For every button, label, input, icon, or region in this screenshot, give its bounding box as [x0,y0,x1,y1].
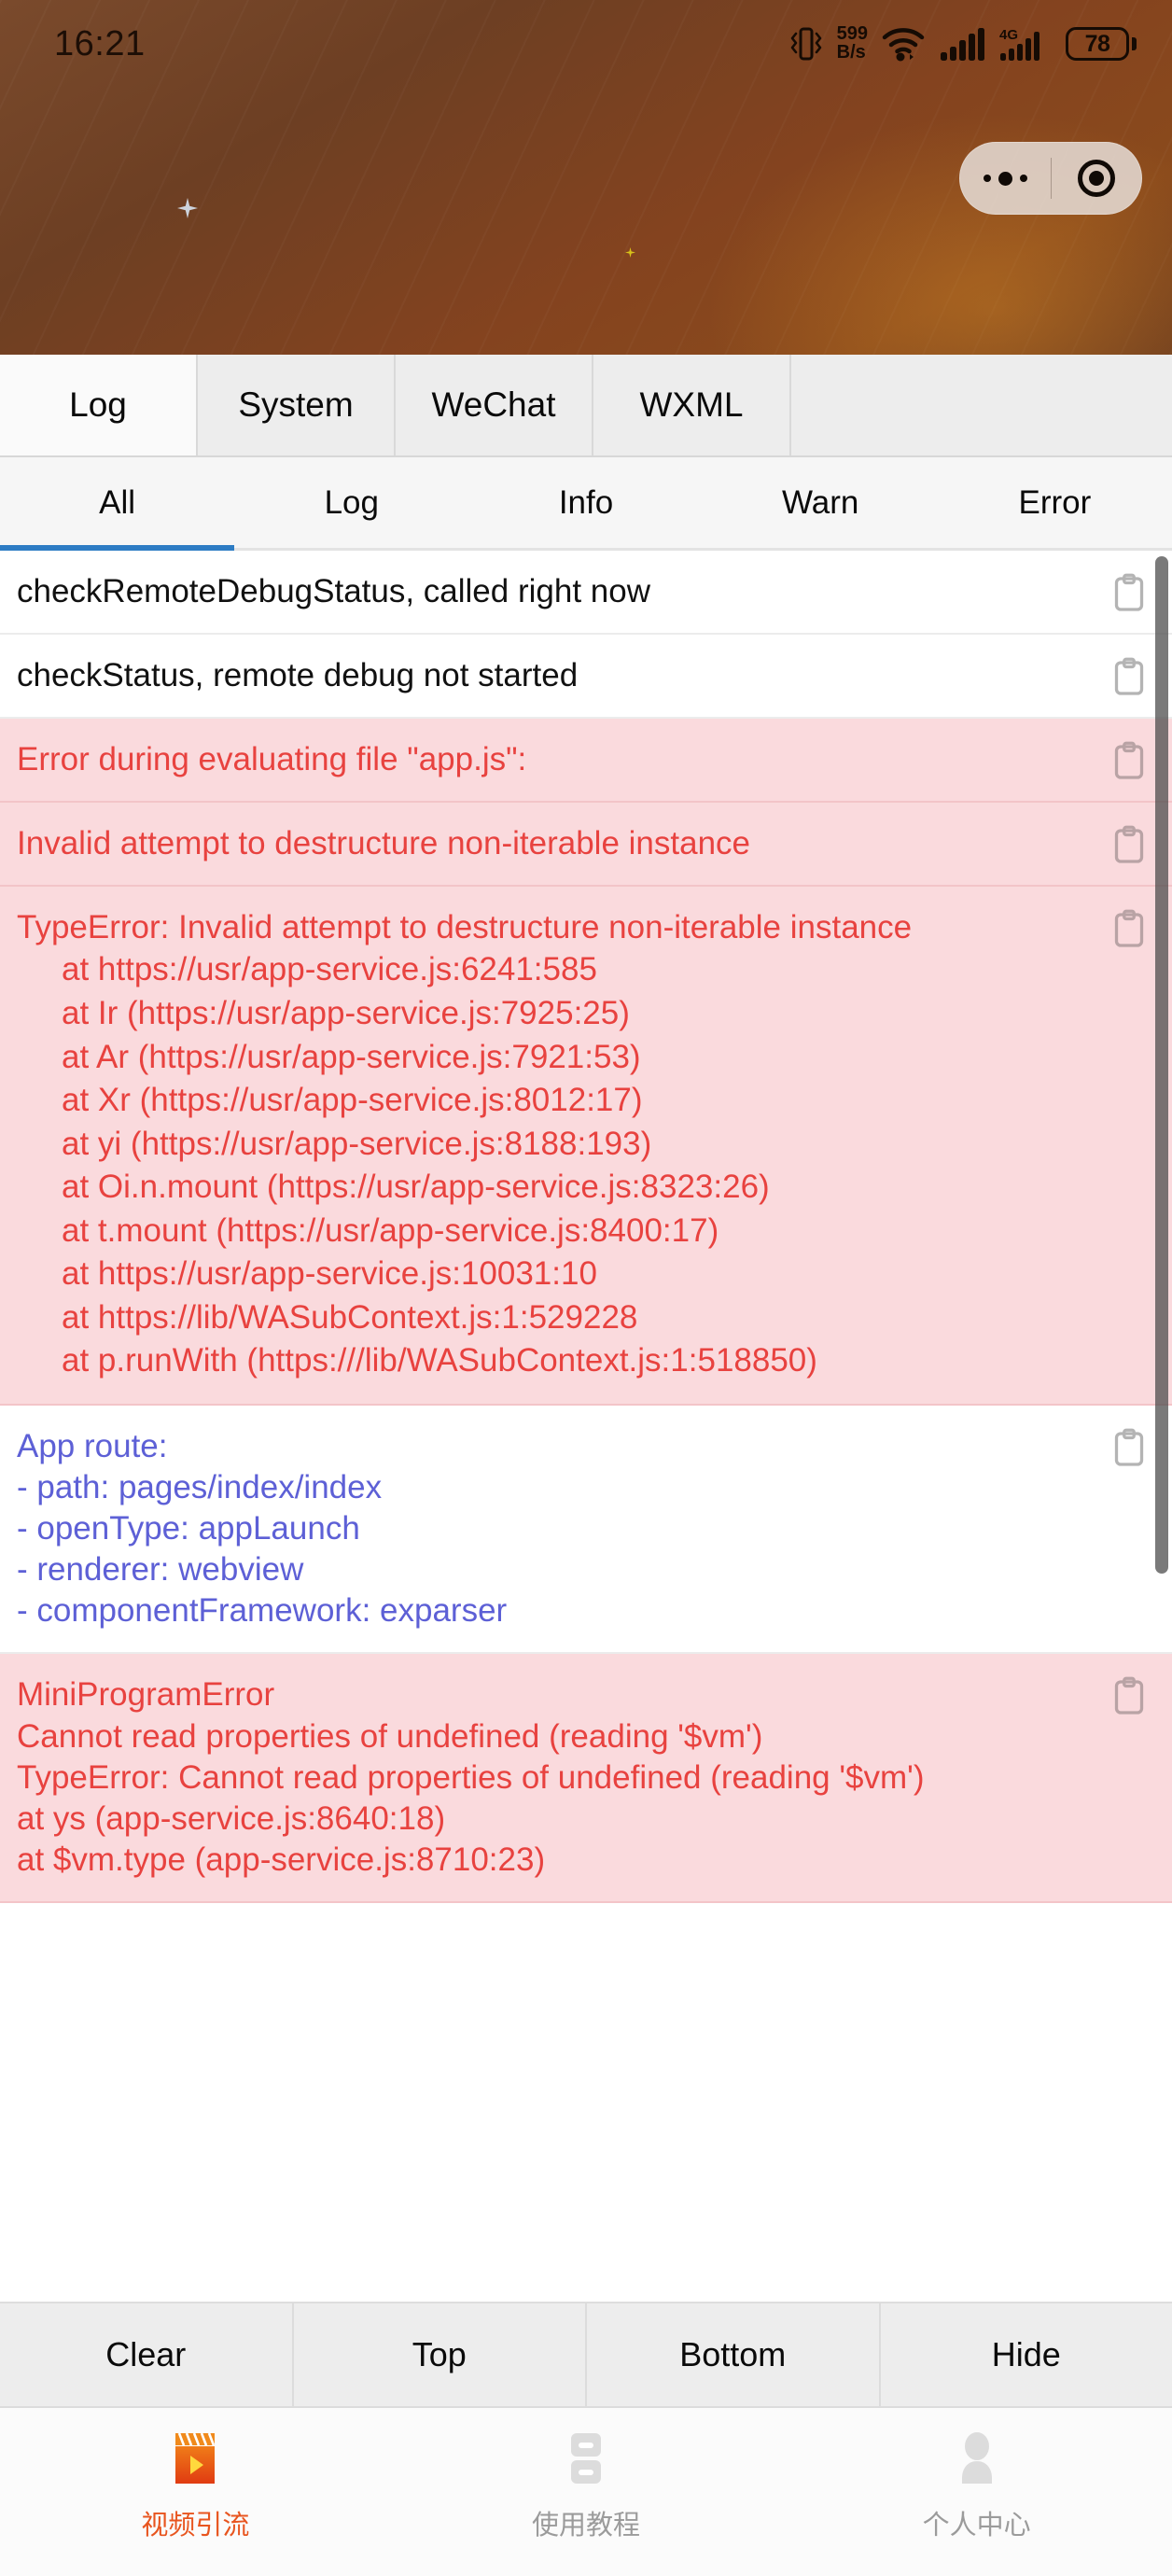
vibrate-icon [788,24,824,63]
capsule-close-button[interactable] [1052,143,1142,214]
tabbar-label-video: 视频引流 [141,2511,250,2541]
sparkle-small-icon [625,247,635,258]
log-message: Invalid attempt to destructure non-itera… [17,825,750,862]
debug-console: Log System WeChat WXML All Log Info Warn… [0,355,1172,2406]
tabbar-item-profile[interactable]: 个人中心 [781,2423,1172,2576]
log-row-error[interactable]: Invalid attempt to destructure non-itera… [0,803,1172,888]
filter-log-label: Log [324,483,379,521]
tab-wxml[interactable]: WXML [593,355,791,455]
dot-left [983,175,991,182]
battery-level: 78 [1066,27,1129,61]
clipboard-copy-icon[interactable] [1112,1676,1146,1715]
tabbar-item-video[interactable]: 视频引流 [0,2423,391,2576]
network-speed-unit: B/s [836,42,866,63]
status-indicators: 599 B/s 4G 78 [788,24,1137,63]
4g-signal-icon: 4G [998,24,1053,63]
sparkle-icon [177,198,198,218]
filter-error-label: Error [1018,483,1092,521]
wallpaper-header: 16:21 599 B/s 4G 78 [0,0,1172,355]
hide-button[interactable]: Hide [881,2303,1172,2406]
bottom-tab-bar: 视频引流 使用教程 个人中心 [0,2406,1172,2576]
phone-screen: 16:21 599 B/s 4G 78 Log System WeChat WX… [0,0,1172,2576]
clipboard-copy-icon[interactable] [1112,1428,1146,1467]
clipboard-copy-icon[interactable] [1112,657,1146,696]
target-center-dot [1088,171,1104,186]
clear-button[interactable]: Clear [0,2303,294,2406]
more-dots-icon [983,171,1027,186]
console-filter-tabs: All Log Info Warn Error [0,457,1172,551]
log-message: MiniProgramError Cannot read properties … [17,1676,925,1878]
filter-warn[interactable]: Warn [704,457,938,548]
clipboard-copy-icon[interactable] [1112,573,1146,612]
capsule-more-button[interactable] [960,143,1051,214]
status-bar: 16:21 599 B/s 4G 78 [0,0,1172,88]
network-speed-indicator: 599 B/s [837,25,868,62]
console-log-list[interactable]: checkRemoteDebugStatus, called right now… [0,551,1172,2302]
log-stack-trace: at https://usr/app-service.js:6241:585 a… [62,951,817,1379]
tabbar-label-tutorial: 使用教程 [532,2511,641,2541]
console-action-bar: Clear Top Bottom Hide [0,2302,1172,2406]
tab-wxml-label: WXML [639,385,744,424]
log-row-error-stack[interactable]: TypeError: Invalid attempt to destructur… [0,887,1172,1406]
battery-icon: 78 [1066,27,1137,61]
log-row-miniprogram-error[interactable]: MiniProgramError Cannot read properties … [0,1654,1172,1903]
signal-icon [939,25,985,63]
tab-system[interactable]: System [198,355,396,455]
clipboard-copy-icon[interactable] [1112,825,1146,864]
tab-bar-filler [791,355,1172,455]
filter-all[interactable]: All [0,457,235,551]
filter-error[interactable]: Error [938,457,1172,548]
dot-right [1019,175,1027,182]
filter-all-label: All [99,483,136,521]
filter-info[interactable]: Info [468,457,703,548]
tab-wechat[interactable]: WeChat [396,355,593,455]
log-message: TypeError: Invalid attempt to destructur… [17,909,913,946]
tab-wechat-label: WeChat [431,385,556,424]
tabbar-label-profile: 个人中心 [922,2511,1031,2541]
battery-cap [1132,37,1137,50]
svg-text:4G: 4G [999,27,1018,43]
log-row-error[interactable]: Error during evaluating file "app.js": [0,719,1172,804]
clipboard-copy-icon[interactable] [1112,741,1146,780]
status-clock: 16:21 [54,23,146,63]
document-lines-icon [551,2423,621,2494]
clipboard-copy-icon[interactable] [1112,909,1146,948]
video-film-icon [160,2423,230,2494]
tab-system-label: System [238,385,354,424]
tab-log-label: Log [69,385,127,424]
miniprogram-capsule[interactable] [959,142,1142,215]
target-circle-icon [1077,160,1115,197]
filter-info-label: Info [558,483,614,521]
bottom-button[interactable]: Bottom [587,2303,881,2406]
top-button[interactable]: Top [294,2303,587,2406]
tab-log[interactable]: Log [0,355,198,455]
log-row[interactable]: checkRemoteDebugStatus, called right now [0,551,1172,636]
log-message: Error during evaluating file "app.js": [17,741,527,778]
log-message: App route: - path: pages/index/index - o… [17,1427,508,1630]
log-row[interactable]: checkStatus, remote debug not started [0,635,1172,720]
person-icon [942,2423,1012,2494]
tabbar-item-tutorial[interactable]: 使用教程 [391,2423,782,2576]
log-row-app-route[interactable]: App route: - path: pages/index/index - o… [0,1405,1172,1655]
dot-mid [998,171,1012,186]
log-message: checkStatus, remote debug not started [17,657,579,694]
console-main-tabs: Log System WeChat WXML [0,355,1172,457]
filter-warn-label: Warn [782,483,859,521]
log-message: checkRemoteDebugStatus, called right now [17,573,650,609]
filter-log[interactable]: Log [234,457,468,548]
wifi-icon [881,25,926,63]
